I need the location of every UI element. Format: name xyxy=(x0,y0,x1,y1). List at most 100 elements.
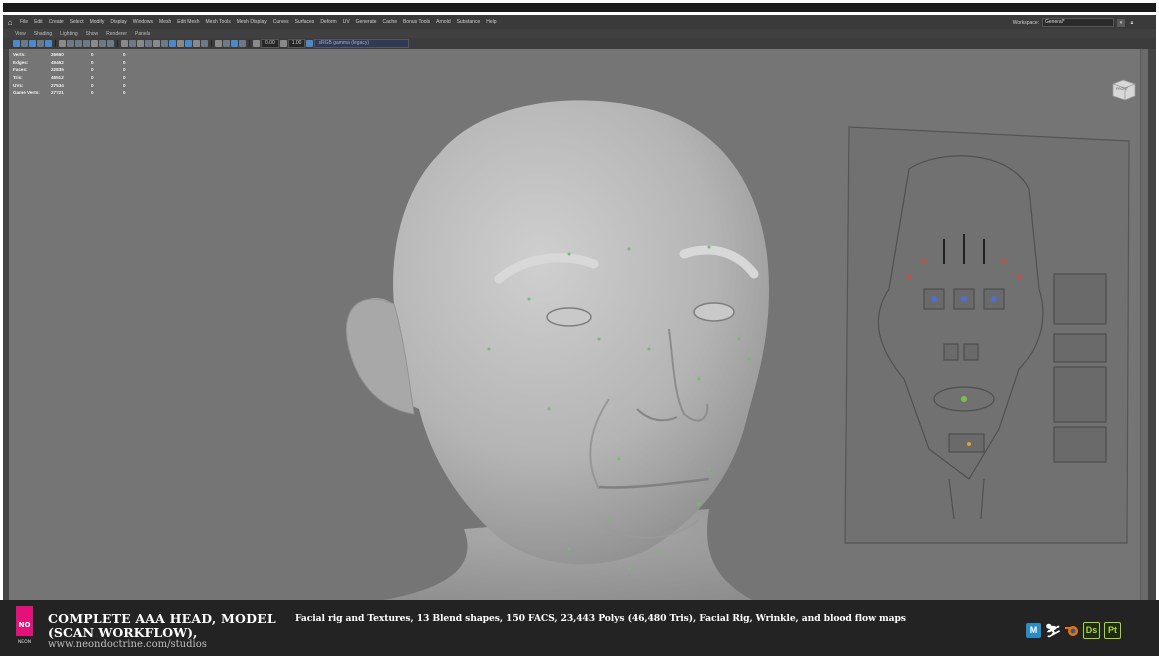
toolbar-divider xyxy=(55,40,56,47)
workspace-selector: Workspace: General* ▾ 🔒︎ xyxy=(1013,18,1136,27)
hud-value: 22835 xyxy=(51,67,64,73)
menu-generate[interactable]: Generate xyxy=(353,19,380,25)
hud-value: 0 xyxy=(91,82,94,88)
menu-mesh-display[interactable]: Mesh Display xyxy=(234,19,270,25)
hud-row: Game Verts: 27721 0 0 xyxy=(13,89,135,97)
home-icon[interactable]: ⌂ xyxy=(3,18,17,27)
menu-create[interactable]: Create xyxy=(46,19,67,25)
hud-value: 0 xyxy=(91,59,94,65)
hud-value: 0 xyxy=(123,59,126,65)
top-strip xyxy=(3,3,1156,12)
hud-row: Faces: 22835 0 0 xyxy=(13,66,135,74)
motion-blur-icon[interactable] xyxy=(185,40,192,47)
menu-display[interactable]: Display xyxy=(107,19,129,25)
hud-value: 0 xyxy=(91,67,94,73)
select-camera-icon[interactable] xyxy=(13,40,20,47)
hud-value: 0 xyxy=(123,52,126,58)
panel-menu-lighting[interactable]: Lighting xyxy=(56,31,82,37)
hud-value: 0 xyxy=(123,75,126,81)
panel-menu-shading[interactable]: Shading xyxy=(30,31,56,37)
gate-mask-icon[interactable] xyxy=(75,40,82,47)
hud-label: Edges: xyxy=(13,59,29,65)
toolbar-divider xyxy=(211,40,212,47)
menu-windows[interactable]: Windows xyxy=(130,19,156,25)
screen-space-ao-icon[interactable] xyxy=(177,40,184,47)
menu-surfaces[interactable]: Surfaces xyxy=(292,19,318,25)
hud-value: 0 xyxy=(91,90,94,96)
gamma-icon[interactable] xyxy=(279,40,287,47)
hud-label: Faces: xyxy=(13,67,28,73)
hud-value: 0 xyxy=(91,75,94,81)
menu-edit[interactable]: Edit xyxy=(31,19,46,25)
bookmark-icon[interactable] xyxy=(29,40,36,47)
menu-mesh[interactable]: Mesh xyxy=(156,19,174,25)
menu-edit-mesh[interactable]: Edit Mesh xyxy=(174,19,202,25)
hud-value: 26660 xyxy=(51,52,64,58)
menu-arnold[interactable]: Arnold xyxy=(433,19,453,25)
bounding-box-icon[interactable] xyxy=(145,40,152,47)
view-transform-dropdown[interactable]: sRGB gamma (legacy) xyxy=(314,39,410,48)
hud-value: 27534 xyxy=(51,82,64,88)
camera-attributes-icon[interactable] xyxy=(21,40,28,47)
exposure-field[interactable]: 0.00 xyxy=(261,39,279,48)
3d-viewport[interactable]: Verts: 26660 0 0 Edges: 49462 0 0 Faces:… xyxy=(9,49,1148,609)
menu-mesh-tools[interactable]: Mesh Tools xyxy=(203,19,234,25)
viewport-scrollbar[interactable] xyxy=(1140,49,1148,609)
panel-menu-view[interactable]: View xyxy=(11,31,30,37)
color-management-icon[interactable] xyxy=(306,40,314,47)
menu-substance[interactable]: Substance xyxy=(454,19,484,25)
anti-aliasing-icon[interactable] xyxy=(193,40,200,47)
xray-icon[interactable] xyxy=(223,40,230,47)
panel-menu-renderer[interactable]: Renderer xyxy=(102,31,131,37)
default-material-icon[interactable] xyxy=(137,40,144,47)
xray-components-icon[interactable] xyxy=(239,40,246,47)
main-menubar: ⌂ File Edit Create Select Modify Display… xyxy=(3,15,1156,29)
workspace-dropdown[interactable]: General* xyxy=(1042,18,1114,27)
panel-menubar: View Shading Lighting Show Renderer Pane… xyxy=(3,29,1156,38)
menu-uv[interactable]: UV xyxy=(340,19,353,25)
toolbar-divider xyxy=(249,40,250,47)
isolate-select-icon[interactable] xyxy=(215,40,222,47)
menu-help[interactable]: Help xyxy=(483,19,499,25)
panel-menu-show[interactable]: Show xyxy=(82,31,103,37)
banner-url[interactable]: www.neondoctrine.com/studios xyxy=(48,639,207,650)
menu-deform[interactable]: Deform xyxy=(317,19,339,25)
film-gate-icon[interactable] xyxy=(59,40,66,47)
field-chart-icon[interactable] xyxy=(83,40,90,47)
image-plane-icon[interactable] xyxy=(37,40,44,47)
menu-select[interactable]: Select xyxy=(67,19,87,25)
xray-joints-icon[interactable] xyxy=(231,40,238,47)
menu-file[interactable]: File xyxy=(17,19,31,25)
grid-icon[interactable] xyxy=(45,40,52,47)
right-eye xyxy=(693,302,735,322)
hud-value: 46512 xyxy=(51,75,64,81)
textured-icon[interactable] xyxy=(153,40,160,47)
shadows-icon[interactable] xyxy=(169,40,176,47)
menu-curves[interactable]: Curves xyxy=(270,19,292,25)
maya-icon: M xyxy=(1026,623,1041,638)
menu-cache[interactable]: Cache xyxy=(380,19,400,25)
exposure-icon[interactable] xyxy=(253,40,260,47)
isolate-icon[interactable] xyxy=(107,40,114,47)
panel-menu-panels[interactable]: Panels xyxy=(131,31,154,37)
depth-of-field-icon[interactable] xyxy=(201,40,208,47)
viewcube-label[interactable]: FRONT xyxy=(1116,87,1128,91)
resolution-gate-icon[interactable] xyxy=(67,40,74,47)
svg-text:NO: NO xyxy=(19,621,31,629)
menu-bonus-tools[interactable]: Bonus Tools xyxy=(400,19,433,25)
facial-rig-panel xyxy=(844,126,1130,544)
safe-title-icon[interactable] xyxy=(99,40,106,47)
safe-action-icon[interactable] xyxy=(91,40,98,47)
wireframe-icon[interactable] xyxy=(121,40,128,47)
menu-modify[interactable]: Modify xyxy=(87,19,108,25)
lock-icon[interactable]: 🔒︎ xyxy=(1128,19,1136,27)
chevron-down-icon[interactable]: ▾ xyxy=(1117,18,1125,27)
gamma-field[interactable]: 1.00 xyxy=(287,39,306,48)
banner-title-line2: (SCAN WORKFLOW), xyxy=(48,625,198,640)
hud-value: 49462 xyxy=(51,59,64,65)
hud-row: Tris: 46512 0 0 xyxy=(13,74,135,82)
smooth-shade-icon[interactable] xyxy=(129,40,136,47)
hud-label: Verts: xyxy=(13,52,26,58)
hud-value: 0 xyxy=(123,82,126,88)
use-lights-icon[interactable] xyxy=(161,40,168,47)
